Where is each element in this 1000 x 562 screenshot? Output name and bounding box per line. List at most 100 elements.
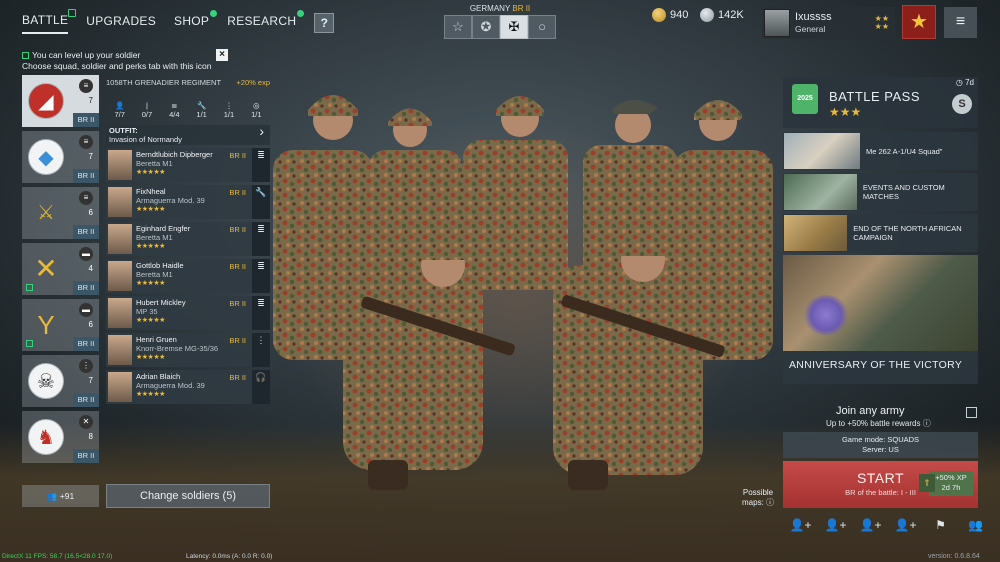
invite-player-icon[interactable]: 👤+ bbox=[786, 518, 815, 532]
soldier-row[interactable]: Hubert Mickley MP 35 ★★★★★ BR II ≣ bbox=[106, 296, 270, 330]
group-icon[interactable]: 👥 bbox=[961, 518, 990, 532]
rank-stars-icon: ★★ ★★ bbox=[874, 14, 889, 31]
squad-card[interactable]: ◆ ≡ 7 BR II bbox=[22, 131, 99, 183]
game-mode-selector[interactable]: Game mode: SQUADS Server: US bbox=[783, 432, 978, 458]
nation-tab-ussr[interactable]: ✪ bbox=[472, 15, 500, 39]
tab-battle[interactable]: BATTLE bbox=[22, 8, 77, 34]
tab-shop[interactable]: SHOP bbox=[174, 9, 218, 33]
plane-thumbnail bbox=[784, 133, 860, 169]
squad-card[interactable]: ◢ ≡ 7 BR II bbox=[22, 75, 99, 127]
level-up-hint: You can level up your soldier Choose squ… bbox=[22, 50, 211, 72]
slot-stat[interactable]: | 0/7 bbox=[133, 101, 160, 119]
rank-badge-icon[interactable]: ★ bbox=[902, 5, 936, 39]
tank-thumbnail bbox=[784, 215, 848, 251]
soldier-count-stat[interactable]: 👤 7/7 bbox=[106, 101, 133, 119]
squad-card[interactable]: ♞ ✕ 8 BR II bbox=[22, 411, 99, 463]
blue-shield-emblem-icon: ◆ bbox=[28, 139, 64, 175]
chevron-right-icon: › bbox=[259, 123, 264, 139]
fps-debug-text: DirectX 11 FPS: 58.7 (16.5<28.0 17.0) bbox=[2, 553, 113, 560]
squad-card[interactable]: ✕ ▬ 4 BR II bbox=[22, 243, 99, 295]
nation-tab-germany[interactable]: ✠ bbox=[500, 15, 528, 39]
tank-icon: ▬ bbox=[79, 303, 93, 317]
nation-tab-usa[interactable]: ☆ bbox=[444, 15, 472, 39]
clock-icon: ◷ bbox=[955, 78, 963, 87]
squad-soldiers-scene bbox=[273, 95, 773, 490]
change-soldiers-button[interactable]: Change soldiers (5) bbox=[106, 484, 270, 508]
promo-north-africa[interactable]: END OF THE NORTH AFRICAN CAMPAIGN bbox=[783, 214, 978, 252]
nation-tab-japan[interactable]: ○ bbox=[528, 15, 556, 39]
engineer-icon: ✕ bbox=[79, 415, 93, 429]
new-indicator-icon bbox=[26, 340, 33, 347]
soldier-row[interactable]: Gottlob Haidle Beretta M1 ★★★★★ BR II ≣ bbox=[106, 259, 270, 293]
hint-close-button[interactable]: × bbox=[216, 49, 228, 61]
new-indicator-icon bbox=[26, 284, 33, 291]
version-text: version: 0.6.8.64 bbox=[928, 553, 980, 560]
help-circle-icon: ⓘ bbox=[766, 498, 775, 507]
promo-events[interactable]: EVENTS AND CUSTOM MATCHES bbox=[783, 173, 978, 211]
xp-booster[interactable]: ⇑ +50% XP 2d 7h bbox=[919, 471, 973, 496]
tab-upgrades[interactable]: UPGRADES bbox=[86, 14, 156, 33]
battle-pass-icon: 2025 bbox=[792, 84, 818, 114]
battle-pass-card[interactable]: 2025 BATTLE PASS ★★★ ◷ 7d S bbox=[783, 77, 978, 128]
help-button[interactable]: ? bbox=[314, 13, 335, 33]
join-any-army-checkbox[interactable] bbox=[966, 407, 977, 418]
flag-icon[interactable]: ⚑ bbox=[926, 518, 955, 532]
battle-pass-stars-icon: ★★★ bbox=[829, 105, 862, 119]
gold-currency[interactable]: 940 bbox=[652, 8, 688, 22]
soldier-row[interactable]: FixNheal Armaguerra Mod. 39 ★★★★★ BR II 🔧 bbox=[106, 185, 270, 219]
soldier-row[interactable]: Henri Gruen Knorr-Bremse MG-35/36 ★★★★★ BR… bbox=[106, 333, 270, 367]
rifle-slot-stat[interactable]: ≣ 4/4 bbox=[161, 101, 188, 119]
invite-player-icon[interactable]: 👤+ bbox=[856, 518, 885, 532]
radio-slot-stat[interactable]: ◎ 1/1 bbox=[243, 101, 270, 119]
battle-pass-timer: ◷ 7d bbox=[955, 78, 974, 87]
mg-slot-stat[interactable]: ⋮ 1/1 bbox=[215, 101, 242, 119]
tab-research[interactable]: RESEARCH bbox=[227, 9, 305, 33]
squad-invite-bar: 👤+ 👤+ 👤+ 👤+ ⚑ 👥 bbox=[786, 518, 996, 532]
top-nav: BATTLE UPGRADES SHOP RESEARCH ? bbox=[22, 8, 335, 36]
squad-panel: 1058TH GRENADIER REGIMENT +20% exp 👤 7/7 … bbox=[106, 78, 270, 404]
hint-line-1: You can level up your soldier bbox=[32, 50, 141, 60]
squad-card[interactable]: ☠ ⋮ 7 BR II bbox=[22, 355, 99, 407]
machine-gun-icon: ⋮ bbox=[79, 359, 93, 373]
events-thumbnail bbox=[784, 174, 857, 210]
join-any-army-subtext: Up to +50% battle rewards ⓘ bbox=[826, 419, 931, 428]
soldier-portrait bbox=[108, 298, 132, 328]
soldier-portrait bbox=[108, 335, 132, 365]
promo-me262[interactable]: Me 262 A-1/U4 Squad" bbox=[783, 132, 978, 170]
promo-anniversary[interactable]: ANNIVERSARY OF THE VICTORY bbox=[783, 255, 978, 384]
player-profile[interactable]: Ixussss General ★★ ★★ bbox=[762, 7, 895, 39]
squad-card[interactable]: ⚔ ≡ 6 BR II bbox=[22, 187, 99, 239]
shield-emblem-icon: ◢ bbox=[28, 83, 64, 119]
soldier-row[interactable]: Eginhard Engfer Beretta M1 ★★★★★ BR II ≣ bbox=[106, 222, 270, 256]
invite-player-icon[interactable]: 👤+ bbox=[891, 518, 920, 532]
player-name: Ixussss bbox=[795, 11, 832, 23]
hint-line-2: Choose squad, soldier and perks tab with… bbox=[22, 61, 212, 71]
rifle-icon: ≡ bbox=[79, 191, 93, 205]
crossed-swords-emblem-icon: ✕ bbox=[34, 253, 58, 284]
squad-reserve-button[interactable]: 👥 +91 bbox=[22, 485, 99, 507]
silver-currency[interactable]: 142K bbox=[700, 8, 744, 22]
invite-player-icon[interactable]: 👤+ bbox=[821, 518, 850, 532]
nation-tabs: ☆ ✪ ✠ ○ bbox=[444, 15, 556, 39]
notification-dot-icon bbox=[297, 9, 305, 17]
player-rank: General bbox=[795, 24, 826, 34]
season-badge-icon: S bbox=[952, 94, 972, 114]
squad-card[interactable]: Y ▬ 6 BR II bbox=[22, 299, 99, 351]
gold-coin-icon bbox=[652, 8, 666, 22]
rifle-icon: ≡ bbox=[79, 135, 93, 149]
outfit-selector[interactable]: OUTFIT: Invasion of Normandy › bbox=[106, 123, 270, 145]
sword-emblem-icon: ⚔ bbox=[37, 202, 55, 224]
possible-maps[interactable]: Possible maps: ⓘ bbox=[742, 488, 774, 508]
soldier-row[interactable]: Berndtlubich Dipberger Beretta M1 ★★★★★ BR… bbox=[106, 148, 270, 182]
soldier-portrait bbox=[108, 150, 132, 180]
help-circle-icon: ⓘ bbox=[922, 419, 931, 428]
main-menu-button[interactable]: ≡ bbox=[944, 7, 977, 38]
soldier-portrait bbox=[108, 372, 132, 402]
engineer-slot-stat[interactable]: 🔧 1/1 bbox=[188, 101, 215, 119]
tank-icon: ▬ bbox=[79, 247, 93, 261]
soldier-row[interactable]: Adrian Blaich Armaguerra Mod. 39 ★★★★★ BR … bbox=[106, 370, 270, 404]
soldier-portrait bbox=[108, 224, 132, 254]
lilac-flowers bbox=[803, 295, 849, 335]
soldiers-icon: 👥 bbox=[46, 491, 58, 501]
new-indicator-icon bbox=[68, 8, 77, 17]
